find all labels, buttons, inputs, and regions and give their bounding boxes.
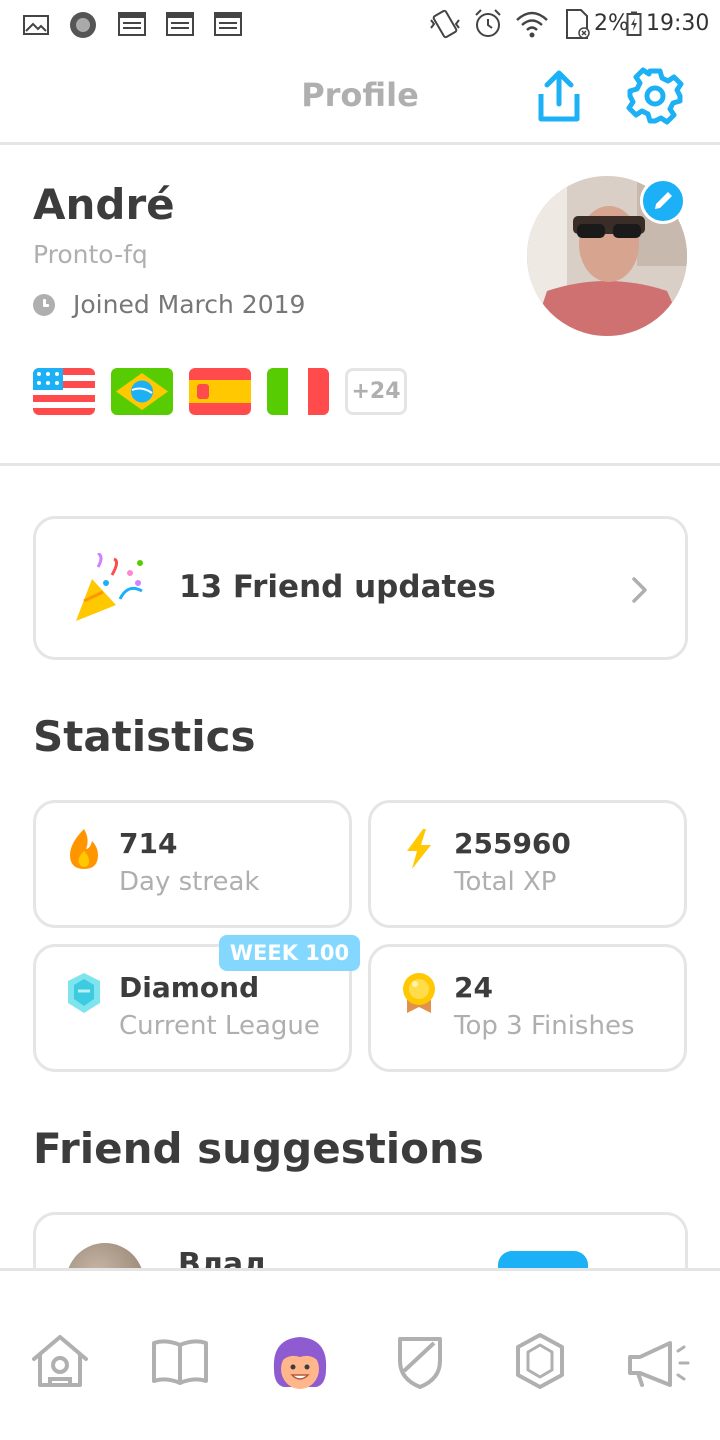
shield-icon[interactable] <box>388 1329 452 1393</box>
party-popper-icon <box>76 553 143 621</box>
page-title: Profile <box>301 76 419 114</box>
share-button[interactable] <box>527 64 591 128</box>
sd-card-icon <box>566 9 590 39</box>
profile-name: André <box>33 180 175 229</box>
battery-icon <box>626 11 642 36</box>
news-icon <box>214 12 242 36</box>
stat-label: Day streak <box>119 867 260 897</box>
wifi-icon <box>516 11 548 38</box>
stat-value: 255960 <box>454 827 571 860</box>
joined-label: Joined March 2019 <box>73 290 306 319</box>
more-languages-button[interactable]: +24 <box>345 368 407 415</box>
gem-icon[interactable] <box>508 1329 572 1393</box>
usa-flag-icon[interactable] <box>33 368 95 415</box>
alarm-icon <box>475 9 501 37</box>
stat-value: Diamond <box>119 971 260 1004</box>
brazil-flag-icon[interactable] <box>111 368 173 415</box>
header: Profile <box>0 50 720 145</box>
home-icon[interactable] <box>28 1329 92 1393</box>
diamond-league-icon <box>68 973 100 1013</box>
italy-flag-icon[interactable] <box>267 368 329 415</box>
stat-top3-finishes[interactable]: 24 Top 3 Finishes <box>368 944 687 1072</box>
profile-tab-icon[interactable] <box>268 1329 332 1393</box>
bottom-nav <box>0 1268 720 1440</box>
spain-flag-icon[interactable] <box>189 368 251 415</box>
vibrate-icon <box>430 9 460 39</box>
stat-label: Total XP <box>454 867 557 897</box>
stat-total-xp[interactable]: 255960 Total XP <box>368 800 687 928</box>
language-flags: +24 <box>33 368 407 415</box>
book-icon[interactable] <box>148 1329 212 1393</box>
gear-icon <box>626 67 684 125</box>
lightning-icon <box>407 829 431 869</box>
share-icon <box>538 70 580 122</box>
league-week-badge: WEEK 100 <box>219 935 360 971</box>
statistics-title: Statistics <box>33 712 256 761</box>
news-icon <box>166 12 194 36</box>
stat-day-streak[interactable]: 714 Day streak <box>33 800 352 928</box>
record-icon <box>70 12 96 38</box>
news-icon <box>118 12 146 36</box>
friend-updates-card[interactable]: 13 Friend updates <box>33 516 688 660</box>
stat-value: 24 <box>454 971 493 1004</box>
edit-avatar-button[interactable] <box>640 178 686 224</box>
stat-label: Current League <box>119 1011 320 1041</box>
stat-value: 714 <box>119 827 178 860</box>
friend-updates-label: 13 Friend updates <box>179 569 496 605</box>
settings-button[interactable] <box>623 64 687 128</box>
friend-suggestions-title: Friend suggestions <box>33 1124 484 1173</box>
section-divider <box>0 463 720 466</box>
stat-label: Top 3 Finishes <box>454 1011 635 1041</box>
chevron-right-icon <box>632 577 647 603</box>
medal-icon <box>403 973 435 1013</box>
flame-icon <box>70 829 98 869</box>
pencil-icon <box>655 192 672 209</box>
battery-percent: 2% <box>594 11 629 36</box>
gallery-icon <box>23 15 49 35</box>
profile-username: Pronto-fq <box>33 240 148 269</box>
status-bar: 2% 19:30 <box>0 0 720 50</box>
clock-time: 19:30 <box>646 11 710 36</box>
joined-date: Joined March 2019 <box>33 290 305 319</box>
clock-icon <box>33 293 55 316</box>
megaphone-icon[interactable] <box>626 1329 690 1393</box>
